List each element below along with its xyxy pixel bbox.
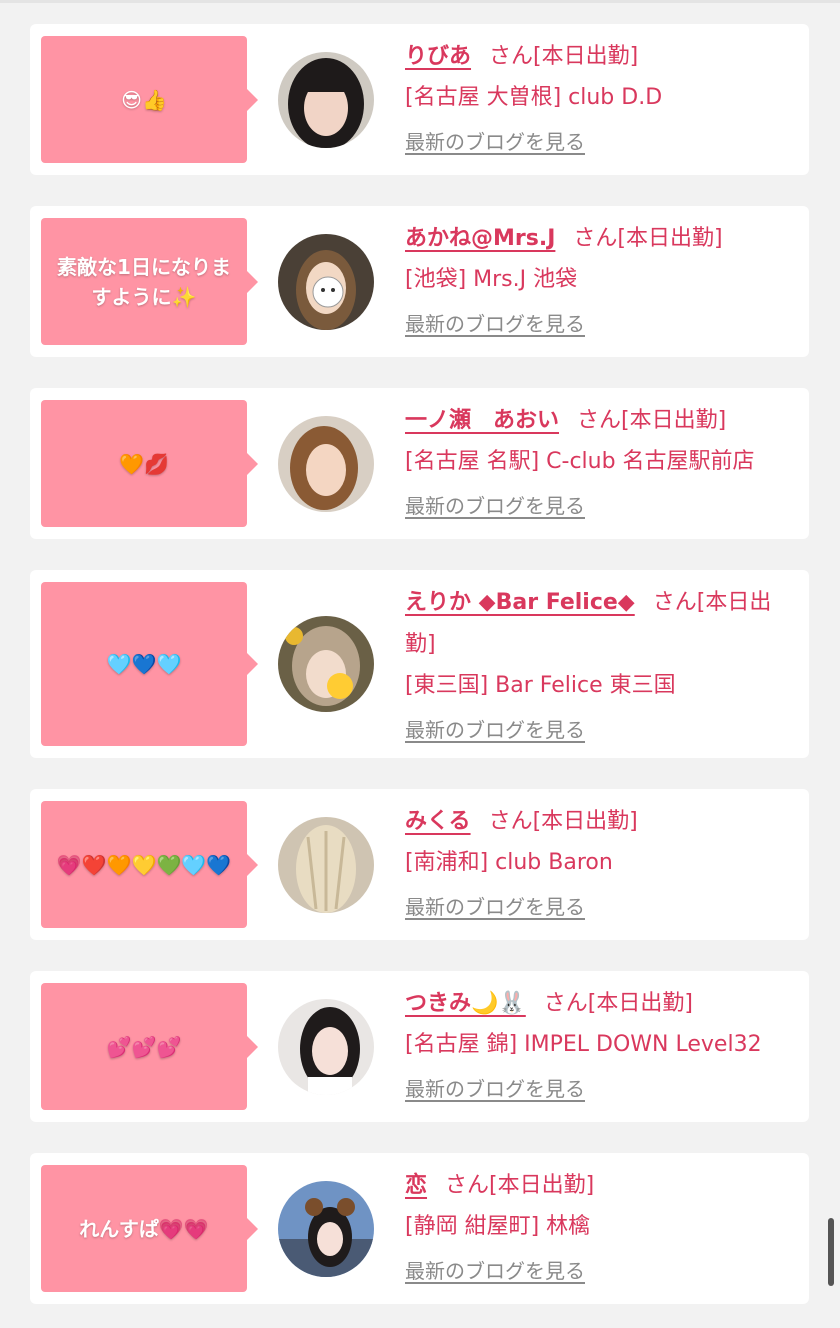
shop-text: [名古屋 名駅] C-club 名古屋駅前店 <box>405 449 755 474</box>
avatar[interactable] <box>278 416 374 512</box>
message-text: 😎👍 <box>121 87 167 112</box>
latest-blog-link[interactable]: 最新のブログを見る <box>405 492 585 520</box>
message-bubble: 🩵💙🩵 <box>41 582 258 746</box>
message-text: 💕💕💕 <box>106 1034 182 1059</box>
message-bubble: 🧡💋 <box>41 400 258 527</box>
status-text: さん[本日出勤] <box>488 809 638 834</box>
message-bubble: 😎👍 <box>41 36 258 163</box>
girl-card[interactable]: 素敵な1日になりますように✨ あかね@Mrs.J さん[本日出勤] [池袋] Mr… <box>30 206 809 357</box>
avatar[interactable] <box>278 999 374 1095</box>
shop-text: [南浦和] club Baron <box>405 850 613 875</box>
message-bubble: 💕💕💕 <box>41 983 258 1110</box>
message-text: 🩵💙🩵 <box>106 652 182 676</box>
avatar[interactable] <box>278 817 374 913</box>
latest-blog-link[interactable]: 最新のブログを見る <box>405 893 585 921</box>
status-text: さん[本日出勤] <box>445 1173 595 1198</box>
avatar[interactable] <box>278 52 374 148</box>
latest-blog-link[interactable]: 最新のブログを見る <box>405 1257 585 1285</box>
latest-blog-link[interactable]: 最新のブログを見る <box>405 310 585 338</box>
avatar[interactable] <box>278 616 374 712</box>
girl-name-link[interactable]: あかね@Mrs.J <box>405 226 555 251</box>
girl-name-link[interactable]: えりか ◆Bar Felice◆ <box>405 590 635 615</box>
avatar[interactable] <box>278 1181 374 1277</box>
latest-blog-link[interactable]: 最新のブログを見る <box>405 716 585 744</box>
shop-text: [池袋] Mrs.J 池袋 <box>405 267 578 292</box>
latest-blog-link[interactable]: 最新のブログを見る <box>405 128 585 156</box>
status-text: さん[本日出勤] <box>573 226 723 251</box>
girl-name-link[interactable]: 一ノ瀬 あおい <box>405 408 559 433</box>
status-text: さん[本日出勤] <box>489 44 639 69</box>
girl-card[interactable]: 💗❤️🧡💛💚🩵💙 みくる さん[本日出勤] [南浦和] club Baron 最新… <box>30 789 809 940</box>
shop-text: [東三国] Bar Felice 東三国 <box>405 673 676 698</box>
girl-card[interactable]: 🩵💙🩵 えりか ◆Bar Felice◆ さん[本日出勤] [東三国] Bar F… <box>30 570 809 758</box>
girl-card[interactable]: 🧡💋 一ノ瀬 あおい さん[本日出勤] [名古屋 名駅] C-club 名古屋駅前… <box>30 388 809 539</box>
girl-name-link[interactable]: みくる <box>405 809 471 834</box>
girl-card[interactable]: 😎👍 りびあ さん[本日出勤] [名古屋 大曽根] club D.D 最新のブログ… <box>30 24 809 175</box>
message-text: 🧡💋 <box>119 451 169 476</box>
message-text: 💗❤️🧡💛💚🩵💙 <box>56 852 232 877</box>
girl-card[interactable]: れんすぱ💗💗 恋さん[本日出勤] [静岡 紺屋町] 林檎 最新のブログを見る <box>30 1153 809 1304</box>
message-bubble: 素敵な1日になりますように✨ <box>41 218 258 345</box>
latest-blog-link[interactable]: 最新のブログを見る <box>405 1075 585 1103</box>
girl-name-link[interactable]: つきみ🌙🐰 <box>405 991 526 1016</box>
scrollbar[interactable] <box>828 1218 834 1286</box>
message-bubble: れんすぱ💗💗 <box>41 1165 258 1292</box>
top-divider <box>0 0 840 3</box>
girl-card[interactable]: 💕💕💕 つきみ🌙🐰 さん[本日出勤] [名古屋 錦] IMPEL DOWN Lev… <box>30 971 809 1122</box>
message-bubble: 💗❤️🧡💛💚🩵💙 <box>41 801 258 928</box>
message-text: 素敵な1日になりますように✨ <box>57 254 231 309</box>
status-text: さん[本日出勤] <box>577 408 727 433</box>
shop-text: [静岡 紺屋町] 林檎 <box>405 1214 591 1239</box>
shop-text: [名古屋 大曽根] club D.D <box>405 85 663 110</box>
status-text: さん[本日出勤] <box>543 991 693 1016</box>
message-text: れんすぱ💗💗 <box>79 1216 209 1241</box>
shop-text: [名古屋 錦] IMPEL DOWN Level32 <box>405 1032 762 1057</box>
avatar[interactable] <box>278 234 374 330</box>
girl-name-link[interactable]: りびあ <box>405 44 471 69</box>
girl-name-link[interactable]: 恋 <box>405 1173 427 1198</box>
